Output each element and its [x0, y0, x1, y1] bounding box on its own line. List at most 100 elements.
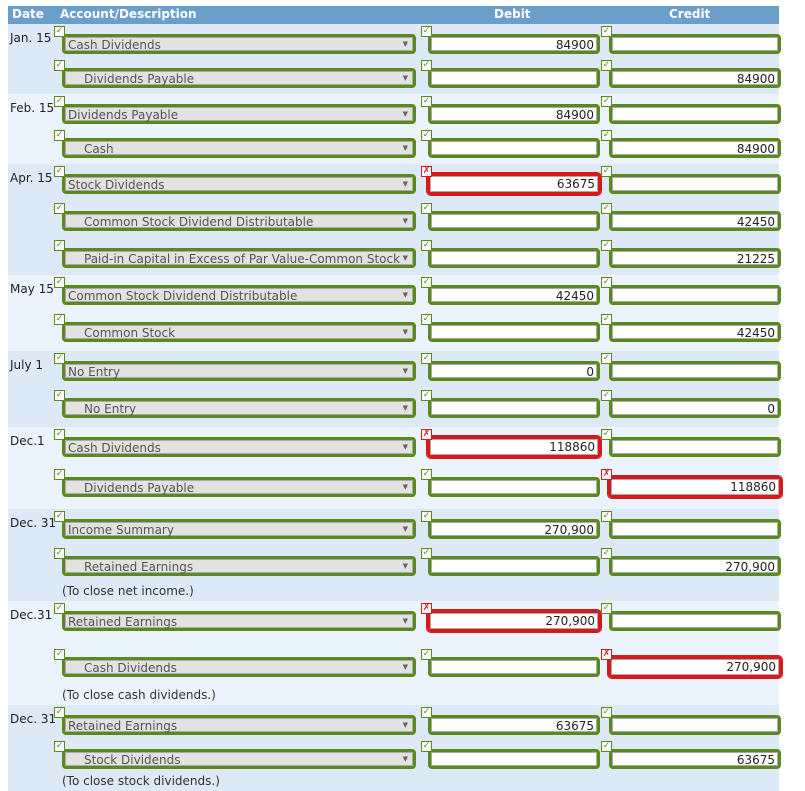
correct-icon: ✓	[54, 741, 65, 752]
chevron-down-icon: ▼	[402, 367, 408, 375]
credit-input[interactable]: 118860	[607, 475, 783, 499]
credit-input[interactable]	[609, 611, 781, 631]
credit-input[interactable]	[609, 174, 781, 194]
debit-value: 84900	[555, 108, 594, 122]
correct-icon: ✓	[421, 314, 432, 325]
credit-input[interactable]	[609, 34, 781, 54]
entry-date: Apr. 15	[10, 171, 53, 185]
account-select-value: Common Stock Dividend Distributable	[84, 215, 314, 229]
account-select[interactable]: Income Summary ▼	[62, 519, 416, 539]
chevron-down-icon: ▼	[402, 755, 408, 763]
account-select[interactable]: Dividends Payable ▼	[62, 104, 416, 124]
debit-input[interactable]: 84900	[428, 104, 600, 124]
chevron-down-icon: ▼	[402, 217, 408, 225]
account-select-value: Cash Dividends	[84, 661, 177, 675]
journal-line: ✓ Cash Dividends ▼ ✓ ✗ 270,900	[8, 647, 783, 687]
debit-input[interactable]	[428, 749, 600, 769]
debit-input[interactable]	[428, 657, 600, 677]
credit-input[interactable]: 270,900	[609, 556, 781, 576]
journal-line: ✓ Stock Dividends ▼ ✓ ✓ 63675	[8, 739, 781, 773]
correct-icon: ✓	[421, 26, 432, 37]
debit-input[interactable]	[428, 248, 600, 268]
journal-line: ✓ Common Stock Dividend Distributable ▼ ✓…	[8, 201, 781, 238]
account-select[interactable]: Retained Earnings ▼	[62, 611, 416, 631]
debit-input[interactable]	[428, 68, 600, 88]
account-select[interactable]: Paid-in Capital in Excess of Par Value-C…	[62, 248, 416, 268]
account-select-value: Dividends Payable	[84, 72, 195, 86]
journal-entry: Apr. 15 ✓ Stock Dividends ▼ ✗ 63675 ✓ ✓ Com…	[8, 164, 781, 275]
correct-icon: ✓	[54, 603, 65, 614]
correct-icon: ✓	[421, 741, 432, 752]
entry-date: Dec.31	[10, 608, 53, 622]
account-select[interactable]: Retained Earnings ▼	[62, 556, 416, 576]
debit-input[interactable]	[428, 322, 600, 342]
chevron-down-icon: ▼	[402, 110, 408, 118]
credit-input[interactable]: 63675	[609, 749, 781, 769]
credit-input[interactable]	[609, 519, 781, 539]
chevron-down-icon: ▼	[402, 483, 408, 491]
entry-date: Dec.1	[10, 434, 45, 448]
chevron-down-icon: ▼	[402, 617, 408, 625]
credit-input[interactable]: 270,900	[607, 655, 783, 679]
account-select[interactable]: Cash Dividends ▼	[62, 34, 416, 54]
credit-input[interactable]	[609, 361, 781, 381]
credit-value: 84900	[736, 72, 775, 86]
credit-input[interactable]	[609, 104, 781, 124]
header-credit: Credit	[669, 7, 711, 21]
account-select[interactable]: Common Stock Dividend Distributable ▼	[62, 285, 416, 305]
debit-input[interactable]	[428, 398, 600, 418]
account-select[interactable]: Common Stock ▼	[62, 322, 416, 342]
account-select[interactable]: No Entry ▼	[62, 398, 416, 418]
account-select[interactable]: Cash ▼	[62, 138, 416, 158]
correct-icon: ✓	[601, 353, 612, 364]
account-select[interactable]: Stock Dividends ▼	[62, 174, 416, 194]
credit-value: 63675	[736, 753, 775, 767]
debit-input[interactable]: 63675	[428, 715, 600, 735]
debit-input[interactable]: 63675	[426, 172, 602, 196]
credit-input[interactable]: 0	[609, 398, 781, 418]
credit-input[interactable]	[609, 437, 781, 457]
correct-icon: ✓	[54, 277, 65, 288]
debit-input[interactable]	[428, 477, 600, 497]
debit-input[interactable]	[428, 556, 600, 576]
correct-icon: ✓	[54, 203, 65, 214]
debit-input[interactable]: 118860	[426, 435, 602, 459]
journal-entry: Dec.31 ✓ Retained Earnings ▼ ✗ 270,900 ✓ ✓ …	[8, 601, 783, 705]
debit-input[interactable]: 42450	[428, 285, 600, 305]
account-select[interactable]: Retained Earnings ▼	[62, 715, 416, 735]
journal-line: ✓ Dividends Payable ▼ ✓ ✓ 84900	[8, 58, 781, 94]
credit-input[interactable]	[609, 285, 781, 305]
credit-input[interactable]: 84900	[609, 138, 781, 158]
credit-value: 21225	[736, 252, 775, 266]
account-select[interactable]: Common Stock Dividend Distributable ▼	[62, 211, 416, 231]
debit-input[interactable]	[428, 138, 600, 158]
account-select[interactable]: Cash Dividends ▼	[62, 437, 416, 457]
credit-input[interactable]: 21225	[609, 248, 781, 268]
debit-input[interactable]: 84900	[428, 34, 600, 54]
journal-line: ✓ Paid-in Capital in Excess of Par Value…	[8, 238, 781, 275]
account-select[interactable]: No Entry ▼	[62, 361, 416, 381]
account-select[interactable]: Dividends Payable ▼	[62, 477, 416, 497]
credit-input[interactable]: 42450	[609, 211, 781, 231]
debit-input[interactable]: 0	[428, 361, 600, 381]
header-debit: Debit	[494, 7, 531, 21]
debit-input[interactable]: 270,900	[428, 519, 600, 539]
journal-line: Dec. 31 ✓ Retained Earnings ▼ ✓ 63675 ✓	[8, 705, 781, 739]
credit-input[interactable]: 84900	[609, 68, 781, 88]
account-select[interactable]: Dividends Payable ▼	[62, 68, 416, 88]
correct-icon: ✓	[54, 130, 65, 141]
chevron-down-icon: ▼	[402, 291, 408, 299]
account-select-value: Stock Dividends	[84, 753, 181, 767]
account-select[interactable]: Stock Dividends ▼	[62, 749, 416, 769]
debit-input[interactable]	[428, 211, 600, 231]
journal-line: ✓ No Entry ▼ ✓ ✓ 0	[8, 388, 781, 427]
correct-icon: ✓	[421, 240, 432, 251]
correct-icon: ✓	[601, 314, 612, 325]
credit-input[interactable]: 42450	[609, 322, 781, 342]
debit-input[interactable]: 270,900	[426, 609, 602, 633]
journal-entry: Feb. 15 ✓ Dividends Payable ▼ ✓ 84900 ✓ ✓ C…	[8, 94, 781, 164]
credit-value: 42450	[736, 326, 775, 340]
credit-input[interactable]	[609, 715, 781, 735]
account-select[interactable]: Cash Dividends ▼	[62, 657, 416, 677]
journal-entry: Dec. 31 ✓ Retained Earnings ▼ ✓ 63675 ✓ ✓ S…	[8, 705, 781, 791]
